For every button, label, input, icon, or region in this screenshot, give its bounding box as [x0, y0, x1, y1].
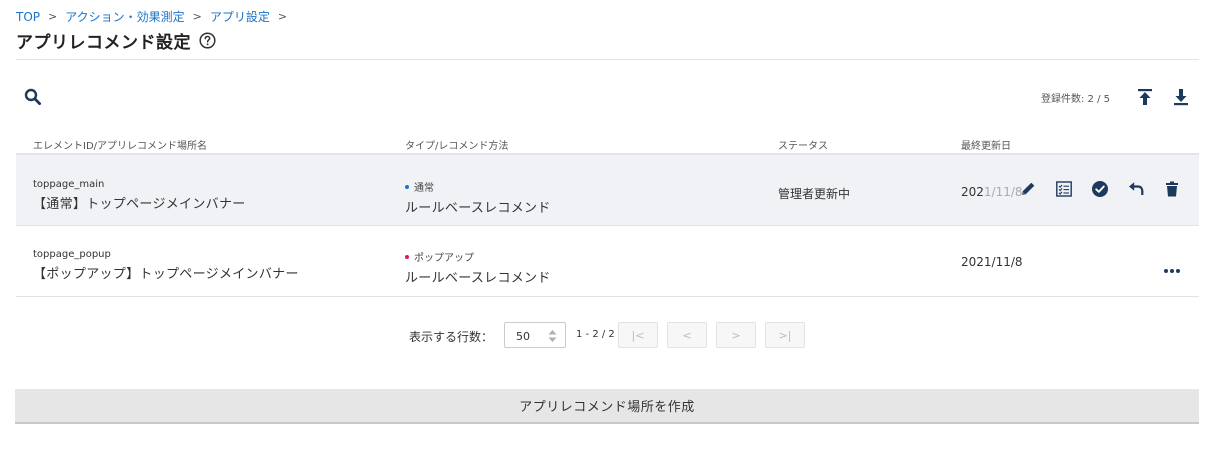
table-row[interactable]: toppage_main 【通常】トップページメインバナー 通常 ルールベースレ… [16, 155, 1199, 226]
breadcrumb-app-settings[interactable]: アプリ設定 [210, 8, 270, 25]
page-header: アプリレコメンド設定 [16, 28, 216, 53]
table-header: エレメントID/アプリレコメンド場所名 タイプ/レコメンド方法 ステータス 最終… [16, 128, 1199, 155]
download-icon[interactable] [1173, 87, 1189, 107]
rows-per-page-label: 表示する行数： [409, 330, 494, 344]
recommend-method: ルールベースレコメンド [405, 201, 551, 216]
breadcrumb-separator: > [192, 10, 202, 23]
type-dot-icon [405, 184, 409, 189]
updated-date-visible: 202 [961, 185, 984, 199]
breadcrumb-action-measurement[interactable]: アクション・効果測定 [65, 8, 184, 25]
last-page-button[interactable]: >| [765, 322, 805, 348]
column-header-status[interactable]: ステータス [778, 137, 828, 152]
upload-icon[interactable] [1137, 87, 1153, 107]
question-circle-icon[interactable] [199, 32, 216, 49]
search-icon[interactable] [24, 88, 42, 106]
breadcrumb: TOP > アクション・効果測定 > アプリ設定 > [16, 8, 295, 25]
first-page-button[interactable]: |< [618, 322, 658, 348]
create-recommend-location-button[interactable]: アプリレコメンド場所を作成 [15, 389, 1199, 424]
spinner-arrows-icon[interactable] [548, 329, 557, 343]
pagination: 表示する行数： 50 1 - 2 / 2 |< < > >| [0, 322, 1214, 348]
element-id: toppage_main [33, 179, 105, 190]
rows-per-page-value: 50 [516, 330, 530, 343]
rows-per-page-select[interactable]: 50 [504, 322, 566, 348]
recommend-method: ルールベースレコメンド [405, 271, 551, 286]
element-name: 【ポップアップ】トップページメインバナー [33, 267, 299, 282]
trash-icon[interactable] [1163, 180, 1181, 198]
type-cell: ポップアップ ルールベースレコメンド [405, 249, 551, 286]
updated-date: 2021/11/8 [961, 185, 1023, 199]
element-cell: toppage_popup 【ポップアップ】トップページメインバナー [33, 249, 299, 282]
breadcrumb-separator: > [48, 10, 58, 23]
type-cell: 通常 ルールベースレコメンド [405, 179, 551, 216]
next-page-button[interactable]: > [716, 322, 756, 348]
column-header-element[interactable]: エレメントID/アプリレコメンド場所名 [33, 137, 207, 152]
status-text: 管理者更新中 [778, 187, 851, 201]
recommend-table: エレメントID/アプリレコメンド場所名 タイプ/レコメンド方法 ステータス 最終… [16, 128, 1199, 297]
check-circle-icon[interactable] [1091, 180, 1109, 198]
pencil-icon[interactable] [1019, 180, 1037, 198]
more-horizontal-icon[interactable] [1163, 259, 1181, 273]
registration-count: 登録件数: 2 / 5 [1041, 94, 1110, 105]
breadcrumb-separator: > [277, 10, 288, 23]
column-header-updated[interactable]: 最終更新日 [961, 137, 1011, 152]
page-range: 1 - 2 / 2 [576, 329, 615, 340]
updated-date: 2021/11/8 [961, 255, 1023, 269]
type-dot-icon [405, 254, 409, 259]
type-text: ポップアップ [414, 253, 474, 264]
prev-page-button[interactable]: < [667, 322, 707, 348]
page-title: アプリレコメンド設定 [16, 33, 191, 53]
breadcrumb-top[interactable]: TOP [16, 10, 40, 24]
header-divider [16, 59, 1199, 60]
list-check-icon[interactable] [1055, 180, 1073, 198]
element-name: 【通常】トップページメインバナー [33, 197, 246, 212]
type-label: ポップアップ [405, 249, 551, 264]
element-id: toppage_popup [33, 249, 111, 260]
undo-icon[interactable] [1127, 180, 1145, 198]
column-header-type[interactable]: タイプ/レコメンド方法 [405, 137, 508, 152]
updated-date-faded: 1/11/8 [983, 185, 1023, 199]
type-text: 通常 [414, 183, 434, 194]
type-label: 通常 [405, 179, 551, 194]
table-row[interactable]: toppage_popup 【ポップアップ】トップページメインバナー ポップアッ… [16, 226, 1199, 297]
element-cell: toppage_main 【通常】トップページメインバナー [33, 179, 246, 212]
